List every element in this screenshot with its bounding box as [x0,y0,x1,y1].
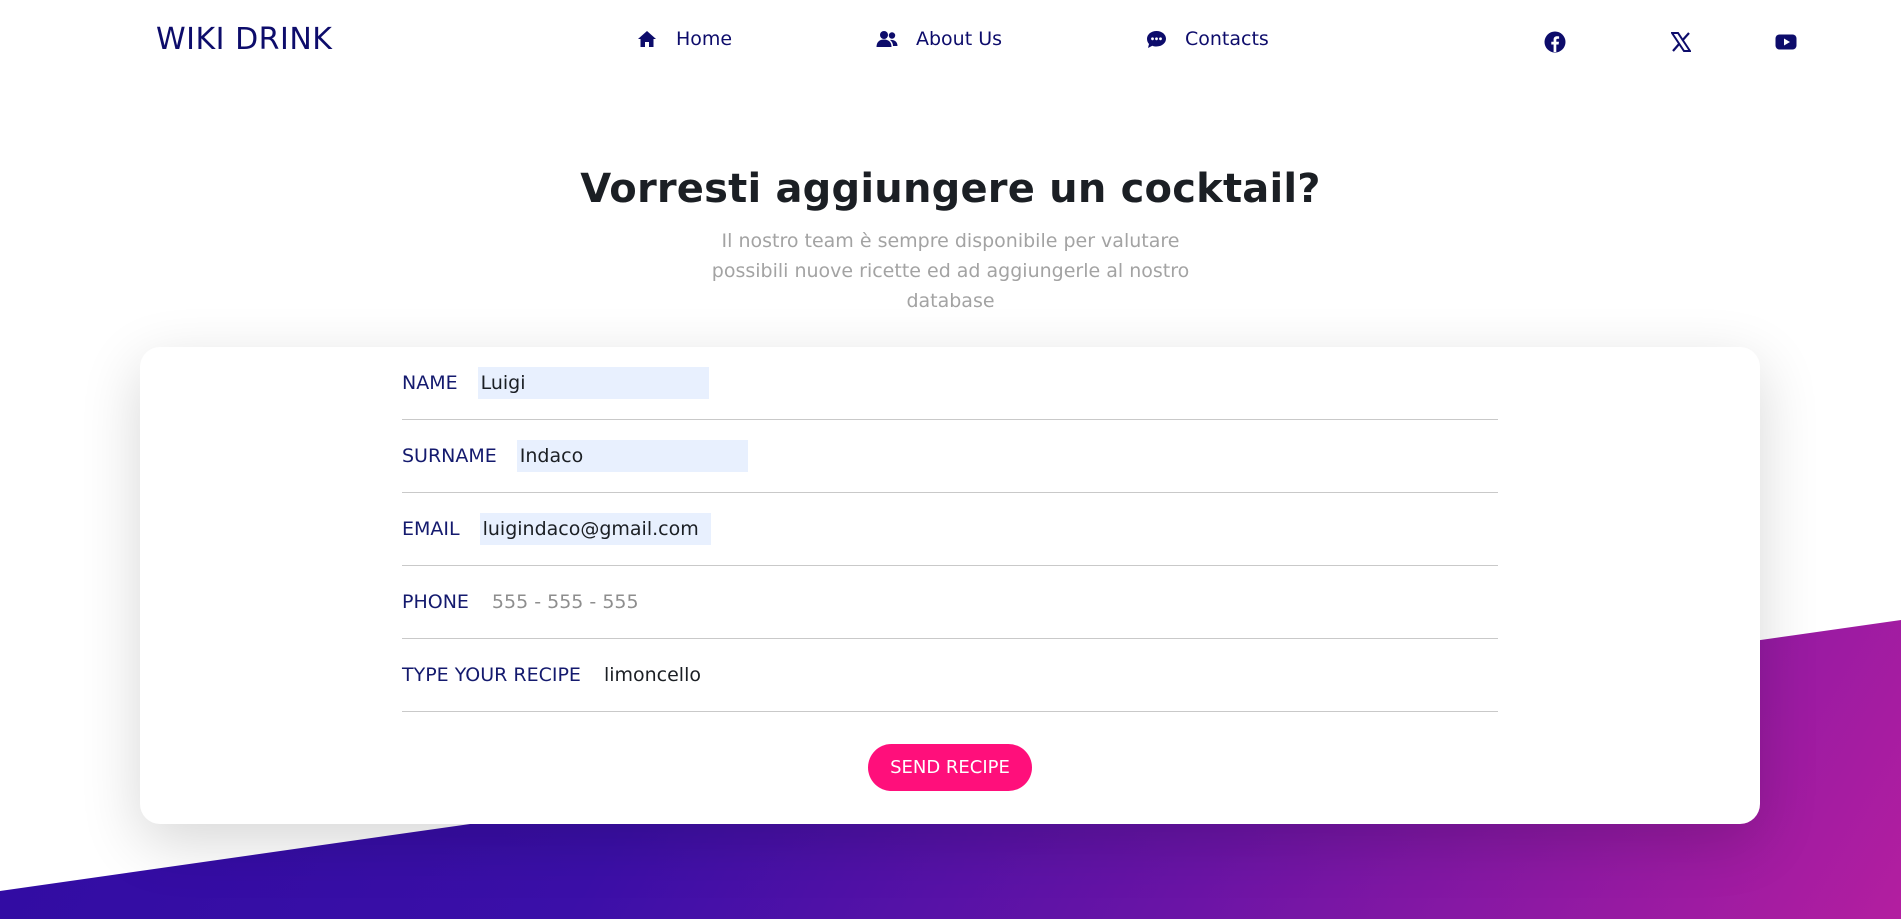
recipe-form-card: NAME SURNAME EMAIL PHONE TYPE YOUR RECIP… [140,347,1760,824]
name-input[interactable] [477,367,709,399]
chat-icon [1145,28,1167,50]
phone-label: PHONE [402,591,469,613]
surname-input[interactable] [516,440,748,472]
nav-contacts-label: Contacts [1185,28,1269,50]
email-input[interactable] [479,513,711,545]
email-label: EMAIL [402,518,460,540]
facebook-icon[interactable] [1543,30,1567,54]
nav-home-label: Home [676,28,733,50]
form-row-phone: PHONE [402,566,1498,639]
home-icon [636,28,658,50]
nav-about-us-label: About Us [916,28,1003,50]
page: WIKI DRINK Home About Us Contacts Vorres… [0,0,1901,919]
form-row-recipe: TYPE YOUR RECIPE [402,639,1498,712]
hero-section: Vorresti aggiungere un cocktail? Il nost… [0,166,1901,316]
phone-input[interactable] [488,586,895,618]
nav-home[interactable]: Home [636,28,732,50]
youtube-icon[interactable] [1774,30,1798,54]
x-icon[interactable] [1669,30,1693,54]
nav-about-us[interactable]: About Us [876,28,1002,50]
brand-logo[interactable]: WIKI DRINK [156,22,332,57]
page-subtitle: Il nostro team è sempre disponibile per … [711,230,1190,312]
navbar: WIKI DRINK Home About Us Contacts [0,0,1901,84]
recipe-form: NAME SURNAME EMAIL PHONE TYPE YOUR RECIP… [402,347,1498,712]
form-row-surname: SURNAME [402,420,1498,493]
surname-label: SURNAME [402,445,497,467]
recipe-input[interactable] [600,659,1007,691]
send-recipe-button[interactable]: SEND RECIPE [868,744,1032,791]
users-icon [876,28,898,50]
recipe-label: TYPE YOUR RECIPE [402,664,581,686]
send-button-wrap: SEND RECIPE [140,744,1760,791]
form-row-email: EMAIL [402,493,1498,566]
form-row-name: NAME [402,347,1498,420]
nav-contacts[interactable]: Contacts [1145,28,1269,50]
page-title: Vorresti aggiungere un cocktail? [580,166,1321,212]
name-label: NAME [402,372,458,394]
